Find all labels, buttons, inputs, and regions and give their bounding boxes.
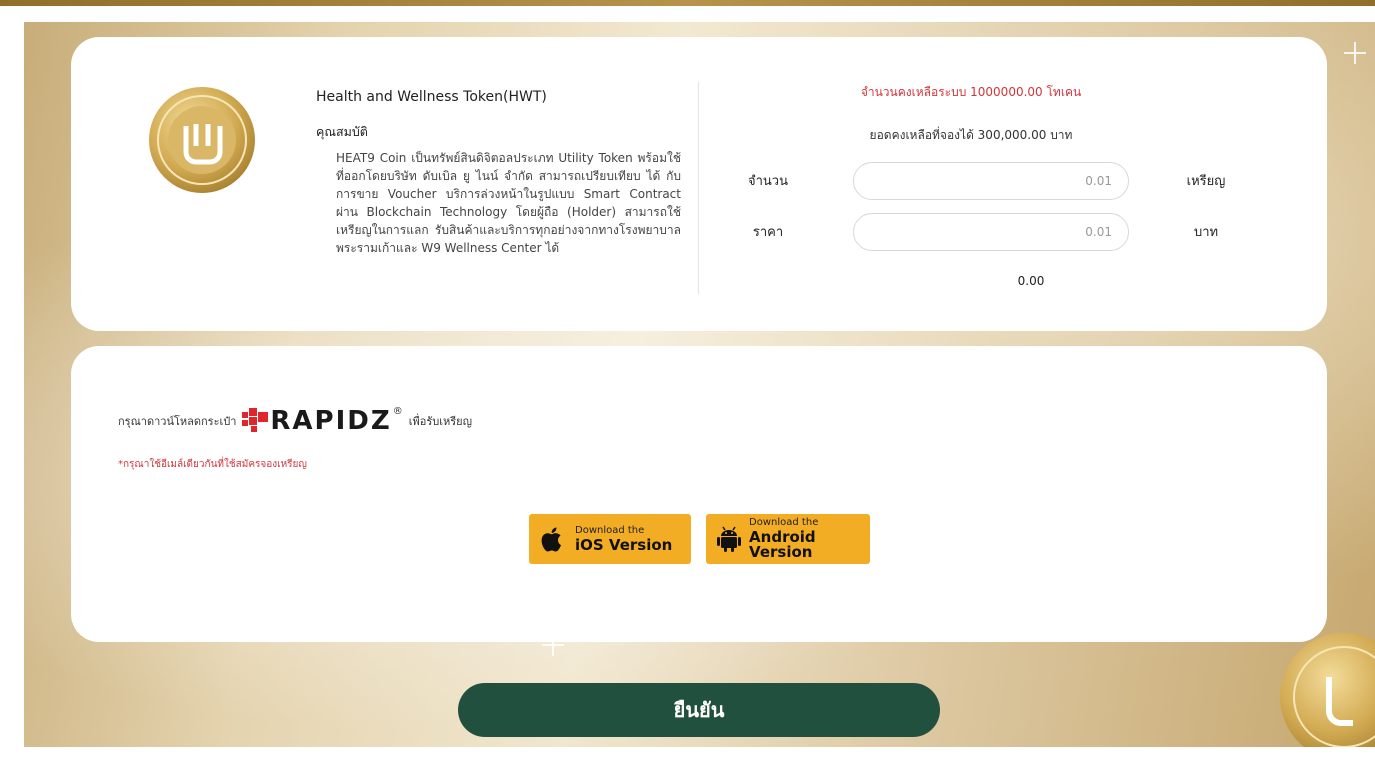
- top-border: [0, 0, 1375, 6]
- price-input[interactable]: [853, 213, 1129, 251]
- wallet-download-card: กรุณาดาวน์โหลดกระเป๋า RAPIDZ ® เพื่อรับเ…: [71, 346, 1327, 642]
- column-divider: [698, 82, 699, 294]
- total-value: 0.00: [1017, 274, 1045, 288]
- ios-small-label: Download the: [575, 524, 645, 536]
- android-download-button[interactable]: Download the Android Version: [706, 514, 870, 564]
- ios-big-label: iOS Version: [575, 535, 673, 554]
- amount-input[interactable]: [853, 162, 1129, 200]
- download-instruction: กรุณาดาวน์โหลดกระเป๋า RAPIDZ ® เพื่อรับเ…: [118, 401, 472, 441]
- rapidz-logo: RAPIDZ ®: [240, 405, 403, 436]
- properties-heading: คุณสมบัติ: [316, 124, 368, 139]
- amount-unit: เหรียญ: [1186, 174, 1226, 189]
- rapidz-brand: RAPIDZ: [270, 406, 392, 436]
- apple-icon: [539, 523, 567, 555]
- price-unit: บาท: [1193, 225, 1219, 240]
- download-prefix: กรุณาดาวน์โหลดกระเป๋า: [118, 415, 237, 428]
- confirm-button[interactable]: ยืนยัน: [458, 683, 940, 737]
- email-note: *กรุณาใช้อีเมล์เดียวกันที่ใช้สมัครจองเหร…: [118, 459, 307, 470]
- price-label: ราคา: [752, 225, 784, 240]
- page-background: Health and Wellness Token(HWT) คุณสมบัติ…: [24, 22, 1375, 747]
- system-balance-text: จำนวนคงเหลือระบบ 1000000.00 โทเคน: [860, 85, 1082, 99]
- token-info-card: Health and Wellness Token(HWT) คุณสมบัติ…: [71, 37, 1327, 331]
- ios-download-button[interactable]: Download the iOS Version: [529, 514, 691, 564]
- android-big-label: Android Version: [749, 528, 816, 561]
- coin-logo-icon: [149, 87, 255, 193]
- download-suffix: เพื่อรับเหรียญ: [408, 415, 472, 428]
- amount-label: จำนวน: [748, 174, 788, 189]
- token-description: HEAT9 Coin เป็นทรัพย์สินดิจิตอลประเภท Ut…: [336, 151, 681, 255]
- registered-mark: ®: [392, 405, 403, 417]
- token-title: Health and Wellness Token(HWT): [316, 89, 547, 105]
- android-small-label: Download the: [749, 517, 819, 528]
- rapidz-logo-icon: [242, 408, 269, 432]
- reserve-balance-text: ยอดคงเหลือที่จองได้ 300,000.00 บาท: [869, 128, 1073, 142]
- decorative-coin-icon: [1280, 633, 1375, 747]
- android-icon: [716, 523, 741, 555]
- sparkle-decoration: [1344, 42, 1366, 64]
